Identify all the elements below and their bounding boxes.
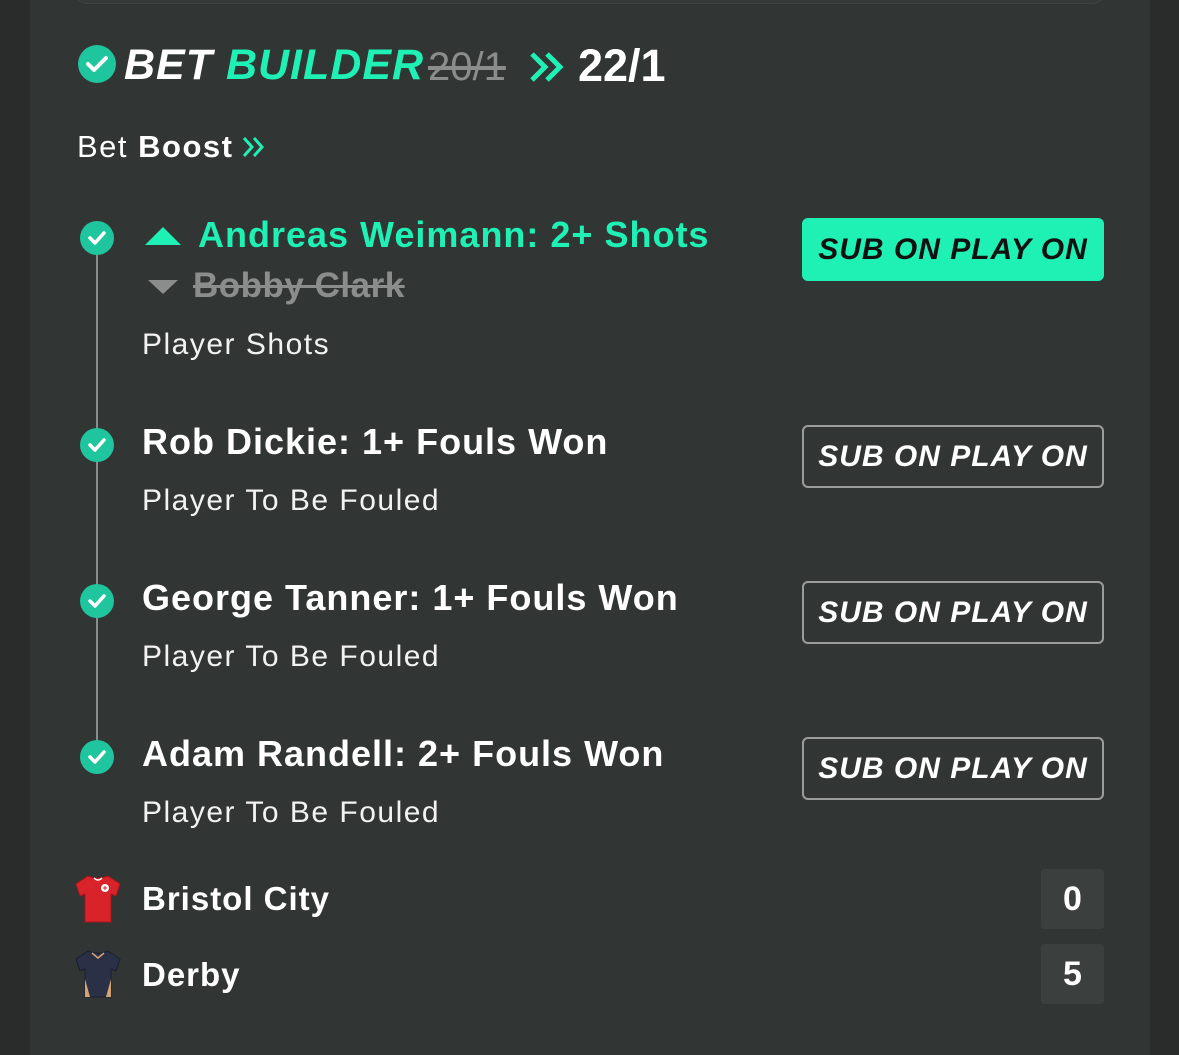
sub-on-play-on-button[interactable]: SUB ON PLAY ON xyxy=(802,218,1104,281)
boost-label-bold: Boost xyxy=(138,129,234,164)
selection-title: Rob Dickie: 1+ Fouls Won xyxy=(142,421,609,462)
new-odds: 22/1 xyxy=(578,40,666,91)
double-chevron-right-icon xyxy=(243,137,265,157)
team-score: 5 xyxy=(1041,944,1104,1004)
sub-on-play-on-button[interactable]: SUB ON PLAY ON xyxy=(802,737,1104,800)
team-name: Derby xyxy=(142,956,241,993)
title-word-builder: BUILDER xyxy=(225,41,425,89)
check-circle-icon xyxy=(80,740,114,774)
sub-on-play-on-button[interactable]: SUB ON PLAY ON xyxy=(802,425,1104,488)
selection-market: Player To Be Fouled xyxy=(142,484,441,517)
bet-builder-title: BET BUILDER xyxy=(124,40,424,90)
timeline-line xyxy=(96,245,98,760)
boost-label-regular: Bet xyxy=(77,129,129,164)
previous-card-edge xyxy=(75,0,1105,4)
navy-shirt-icon xyxy=(75,950,121,998)
replaced-player: Bobby Clark xyxy=(193,266,405,305)
bet-boost-link[interactable]: Bet Boost xyxy=(77,128,267,166)
title-word-bet: BET xyxy=(124,41,213,89)
chevron-down-icon xyxy=(148,280,178,294)
selection-market: Player To Be Fouled xyxy=(142,796,441,829)
check-circle-icon xyxy=(80,428,114,462)
sub-on-play-on-button[interactable]: SUB ON PLAY ON xyxy=(802,581,1104,644)
red-shirt-icon xyxy=(75,875,121,923)
selection-title: Andreas Weimann: 2+ Shots xyxy=(198,214,710,255)
selection-title: Adam Randell: 2+ Fouls Won xyxy=(142,733,665,774)
chevron-up-icon xyxy=(145,227,181,245)
team-score: 0 xyxy=(1041,869,1104,929)
selection-market: Player Shots xyxy=(142,328,331,361)
selection-market: Player To Be Fouled xyxy=(142,640,441,673)
check-circle-icon xyxy=(80,584,114,618)
selection-title: George Tanner: 1+ Fouls Won xyxy=(142,577,679,618)
team-name: Bristol City xyxy=(142,880,331,917)
old-odds: 20/1 xyxy=(428,45,506,89)
double-chevron-right-icon xyxy=(530,52,564,82)
check-circle-icon xyxy=(80,221,114,255)
check-circle-icon xyxy=(78,45,116,83)
